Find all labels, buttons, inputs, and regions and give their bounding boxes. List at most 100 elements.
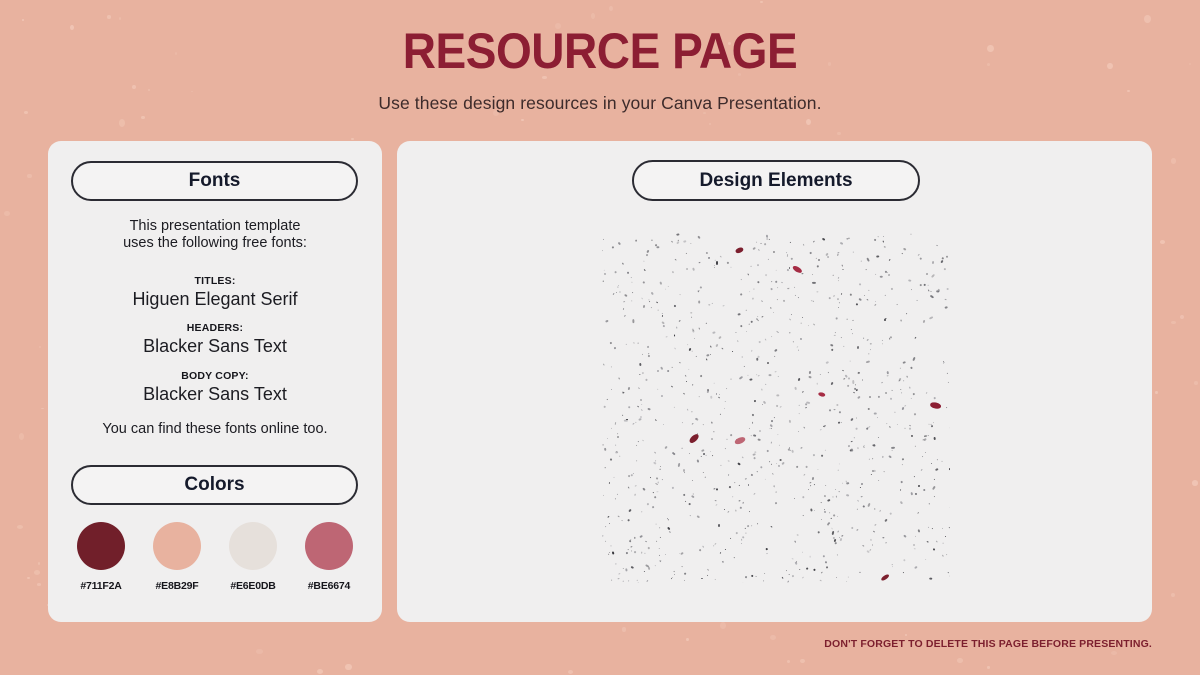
speck: [803, 515, 804, 516]
speck: [892, 449, 894, 451]
speck: [647, 407, 651, 411]
color-swatch-dot: [305, 522, 353, 570]
speck: [931, 260, 934, 265]
speck: [838, 301, 840, 303]
speck: [731, 495, 733, 498]
speck: [770, 287, 773, 290]
color-swatch[interactable]: #E8B29F: [147, 522, 207, 592]
fonts-intro-line-2: uses the following free fonts:: [123, 235, 307, 252]
background-speck: [720, 621, 727, 629]
speck: [949, 426, 950, 429]
speck: [817, 258, 820, 261]
speck: [850, 417, 854, 422]
speck: [715, 392, 718, 395]
speck: [827, 499, 831, 502]
speck: [787, 448, 790, 451]
speck: [873, 238, 877, 242]
speck: [754, 289, 755, 290]
speck: [665, 335, 668, 338]
speck: [832, 496, 834, 498]
speck: [606, 398, 608, 400]
speck: [841, 369, 844, 372]
speck: [809, 482, 812, 485]
speck: [797, 377, 801, 382]
speck: [740, 293, 743, 297]
speck: [656, 245, 660, 249]
speck: [837, 515, 839, 518]
speck: [750, 473, 754, 477]
background-speck: [317, 669, 324, 675]
speck: [771, 419, 774, 423]
speck: [900, 367, 902, 369]
speck: [683, 580, 686, 582]
speck: [867, 407, 870, 410]
speck: [643, 268, 646, 271]
speck: [838, 410, 841, 413]
speck: [832, 274, 834, 276]
font-entry-titles: TITLES: Higuen Elegant Serif: [48, 275, 382, 310]
speck: [848, 577, 850, 579]
background-speck: [1110, 650, 1118, 656]
speck: [788, 266, 790, 270]
speck: [820, 571, 823, 574]
color-swatch-dot: [77, 522, 125, 570]
speck: [660, 366, 664, 370]
speck: [847, 376, 851, 380]
background-speck: [351, 137, 355, 140]
speck: [648, 546, 651, 549]
speck: [627, 474, 631, 478]
speck: [873, 469, 876, 473]
color-swatch[interactable]: #711F2A: [71, 522, 131, 592]
speck: [674, 347, 677, 350]
speck: [746, 524, 750, 527]
speck: [925, 391, 929, 394]
speck: [809, 484, 811, 486]
speck: [807, 488, 810, 491]
speck: [774, 280, 778, 284]
speck: [948, 467, 950, 471]
speck: [605, 540, 607, 542]
speck: [627, 406, 631, 409]
speck: [735, 531, 739, 534]
speck: [837, 307, 839, 309]
speck: [879, 509, 882, 512]
speck: [846, 494, 850, 497]
speck: [683, 471, 685, 474]
speck: [711, 454, 714, 456]
colors-pill-label: Colors: [184, 474, 245, 495]
speck: [627, 508, 632, 512]
speck: [851, 379, 855, 385]
speck: [659, 561, 662, 563]
speck: [775, 492, 777, 493]
speck: [686, 252, 688, 254]
speck: [776, 286, 779, 288]
design-elements-section-pill[interactable]: Design Elements: [632, 160, 920, 201]
color-swatch[interactable]: #E6E0DB: [223, 522, 283, 592]
fonts-section-pill[interactable]: Fonts: [71, 161, 358, 201]
speck: [824, 360, 829, 364]
speck: [627, 486, 630, 489]
speck: [636, 386, 640, 390]
speck: [851, 333, 854, 335]
colors-section-pill[interactable]: Colors: [71, 465, 358, 505]
speck: [888, 425, 891, 428]
speck: [785, 569, 787, 571]
speck: [638, 374, 641, 376]
speck: [742, 582, 744, 583]
speck: [932, 421, 934, 423]
speck: [822, 555, 825, 558]
speck: [802, 576, 805, 579]
speck: [811, 281, 816, 284]
speck: [675, 327, 677, 330]
speck: [690, 316, 693, 319]
speck: [869, 548, 872, 551]
design-elements-pill-label: Design Elements: [699, 169, 853, 191]
speck: [838, 491, 840, 493]
speck: [847, 384, 850, 388]
color-swatch[interactable]: #BE6674: [299, 522, 359, 592]
speck: [931, 547, 935, 550]
speck: [632, 422, 635, 425]
background-speck: [608, 5, 614, 11]
speck: [838, 462, 840, 464]
speck: [646, 249, 650, 253]
